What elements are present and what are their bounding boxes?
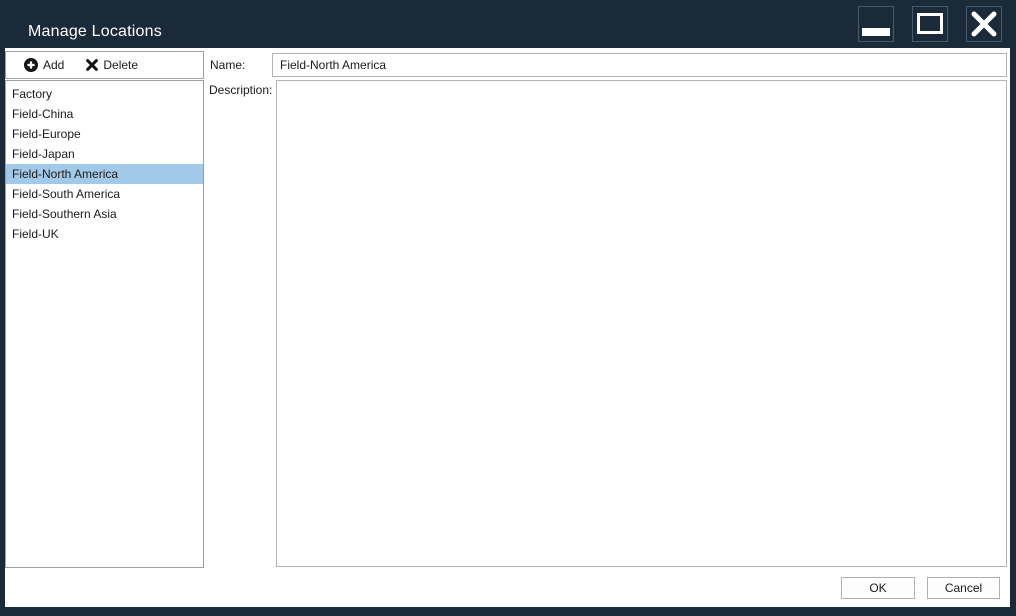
ok-button[interactable]: OK bbox=[841, 577, 915, 599]
add-button[interactable]: Add bbox=[21, 56, 67, 74]
delete-icon bbox=[86, 59, 98, 71]
window-controls bbox=[858, 6, 1002, 42]
add-button-label: Add bbox=[43, 58, 64, 72]
list-toolbar: Add Delete bbox=[5, 51, 204, 79]
list-item-factory[interactable]: Factory bbox=[6, 84, 203, 104]
cancel-button[interactable]: Cancel bbox=[927, 577, 1000, 599]
close-button[interactable] bbox=[966, 6, 1002, 42]
delete-button[interactable]: Delete bbox=[83, 56, 141, 74]
description-label: Description: bbox=[209, 83, 272, 97]
minimize-button[interactable] bbox=[858, 6, 894, 42]
close-icon bbox=[970, 10, 998, 38]
add-icon bbox=[24, 58, 38, 72]
list-item-field-south-america[interactable]: Field-South America bbox=[6, 184, 203, 204]
maximize-button[interactable] bbox=[912, 6, 948, 42]
delete-button-label: Delete bbox=[103, 58, 138, 72]
window-title: Manage Locations bbox=[28, 23, 162, 41]
description-input[interactable] bbox=[276, 80, 1007, 567]
list-item-field-north-america[interactable]: Field-North America bbox=[6, 164, 203, 184]
locations-list: Factory Field-China Field-Europe Field-J… bbox=[5, 80, 204, 568]
minimize-icon bbox=[862, 28, 890, 36]
dialog-content: Add Delete Factory Field-China Field-Eur… bbox=[5, 48, 1010, 607]
list-item-field-japan[interactable]: Field-Japan bbox=[6, 144, 203, 164]
list-item-field-uk[interactable]: Field-UK bbox=[6, 224, 203, 244]
manage-locations-window: Manage Locations bbox=[0, 0, 1016, 616]
maximize-icon bbox=[917, 13, 943, 34]
titlebar[interactable]: Manage Locations bbox=[0, 0, 1016, 48]
name-input[interactable] bbox=[272, 53, 1007, 77]
list-item-field-europe[interactable]: Field-Europe bbox=[6, 124, 203, 144]
list-item-field-southern-asia[interactable]: Field-Southern Asia bbox=[6, 204, 203, 224]
name-label: Name: bbox=[210, 58, 245, 72]
list-item-field-china[interactable]: Field-China bbox=[6, 104, 203, 124]
